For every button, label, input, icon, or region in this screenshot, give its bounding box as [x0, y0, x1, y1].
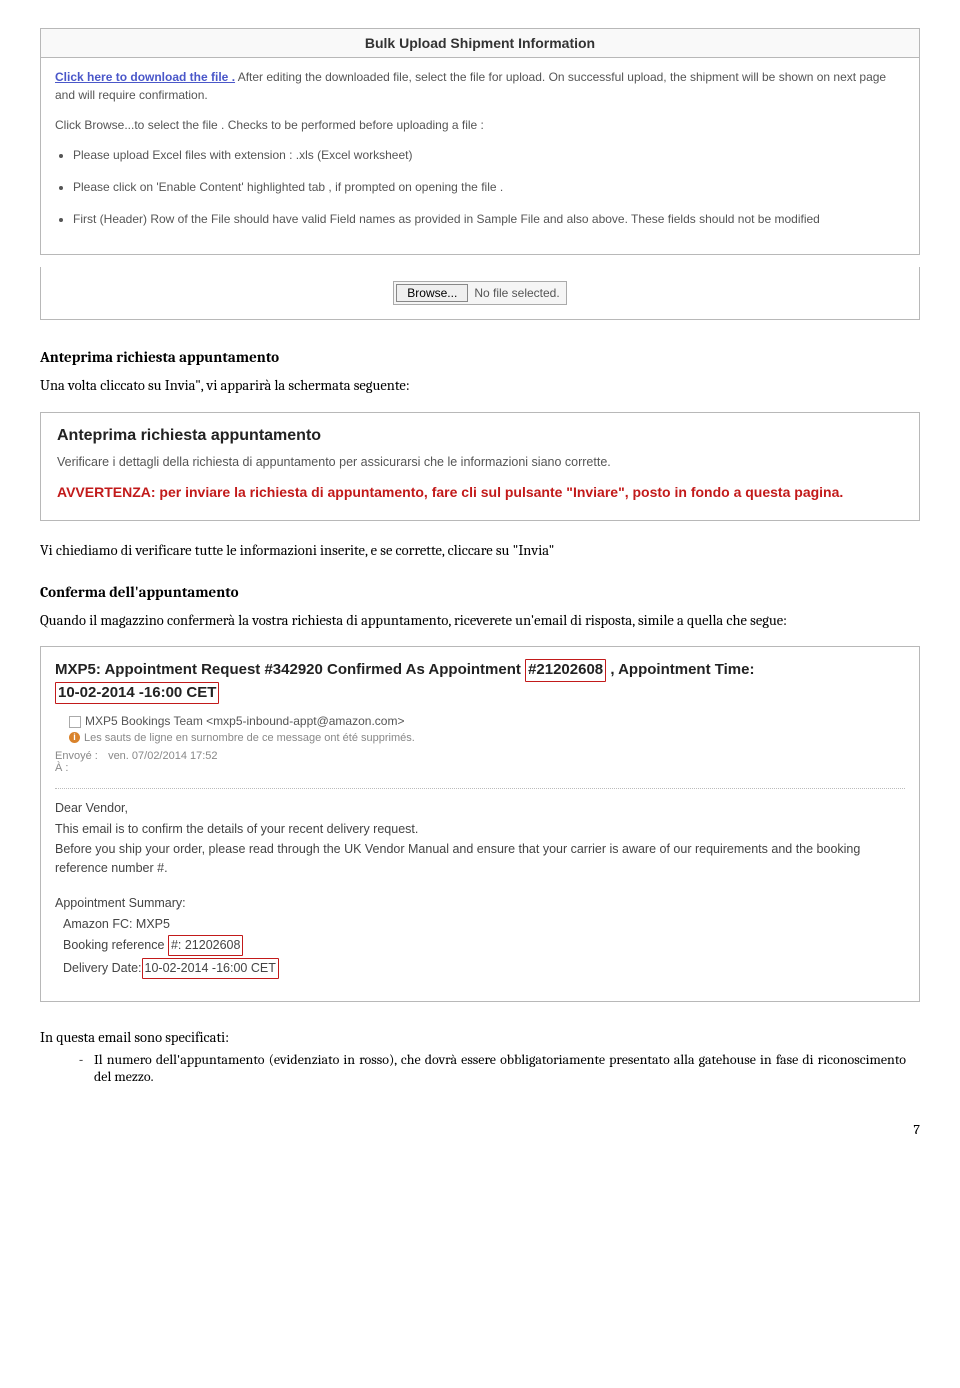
browse-intro: Click Browse...to select the file . Chec…	[55, 116, 905, 134]
email-line: This email is to confirm the details of …	[55, 820, 905, 839]
verify-text: Vi chiediamo di verificare tutte le info…	[40, 541, 920, 561]
section-heading-conferma: Conferma dell'appuntamento	[40, 583, 920, 601]
page-number: 7	[40, 1121, 920, 1138]
bulk-upload-panel: Bulk Upload Shipment Information Click h…	[40, 28, 920, 255]
separator	[55, 788, 905, 789]
email-from: MXP5 Bookings Team <mxp5-inbound-appt@am…	[85, 714, 404, 728]
checkbox-icon	[69, 716, 81, 728]
email-greeting: Dear Vendor,	[55, 799, 905, 818]
section-text-conferma: Quando il magazzino confermerà la vostra…	[40, 611, 920, 631]
bullet-text: Il numero dell'appuntamento (evidenziato…	[94, 1051, 906, 1085]
email-note: Les sauts de ligne en surnombre de ce me…	[84, 732, 415, 744]
warning-panel-warn: AVVERTENZA: per inviare la richiesta di …	[57, 483, 903, 503]
sent-value: ven. 07/02/2014 17:52	[108, 750, 217, 762]
list-item: Please upload Excel files with extension…	[73, 146, 905, 164]
email-subject: MXP5: Appointment Request #342920 Confir…	[41, 647, 919, 714]
dash-icon: -	[68, 1051, 94, 1068]
bullet-item: -Il numero dell'appuntamento (evidenziat…	[40, 1051, 920, 1085]
warning-panel-title: Anteprima richiesta appuntamento	[57, 427, 903, 445]
summary-delivery: Delivery Date:10-02-2014 -16:00 CET	[55, 958, 905, 979]
booking-ref-highlight: #: 21202608	[168, 935, 244, 956]
file-status: No file selected.	[474, 286, 559, 300]
summary-booking: Booking reference #: 21202608	[55, 935, 905, 956]
summary-fc: Amazon FC: MXP5	[55, 915, 905, 934]
subject-prefix: MXP5: Appointment Request #342920 Confir…	[55, 661, 525, 678]
email-meta: MXP5 Bookings Team <mxp5-inbound-appt@am…	[41, 714, 919, 782]
panel-title: Bulk Upload Shipment Information	[41, 29, 919, 58]
warning-panel: Anteprima richiesta appuntamento Verific…	[40, 412, 920, 522]
browse-button[interactable]: Browse...	[396, 284, 468, 302]
warning-panel-desc: Verificare i dettagli della richiesta di…	[57, 455, 903, 469]
upload-checks-list: Please upload Excel files with extension…	[73, 146, 905, 228]
after-email-intro: In questa email sono specificati:	[40, 1028, 920, 1048]
subject-suffix: , Appointment Time:	[606, 661, 754, 678]
list-item: First (Header) Row of the File should ha…	[73, 210, 905, 228]
info-icon: i	[69, 732, 80, 743]
list-item: Please click on 'Enable Content' highlig…	[73, 178, 905, 196]
summary-title: Appointment Summary:	[55, 894, 905, 913]
panel-body: Click here to download the file . After …	[41, 58, 919, 254]
section-heading-anteprima: Anteprima richiesta appuntamento	[40, 348, 920, 366]
file-picker: Browse... No file selected.	[393, 281, 566, 305]
email-line: Before you ship your order, please read …	[55, 840, 905, 878]
to-label: À :	[55, 762, 105, 774]
section-text: Una volta cliccato su Invia", vi apparir…	[40, 376, 920, 396]
delivery-date-highlight: 10-02-2014 -16:00 CET	[142, 958, 279, 979]
email-preview: MXP5: Appointment Request #342920 Confir…	[40, 646, 920, 1002]
appt-number-highlight: #21202608	[525, 659, 606, 681]
email-body: Dear Vendor, This email is to confirm th…	[41, 795, 919, 1001]
appt-time-highlight: 10-02-2014 -16:00 CET	[55, 682, 219, 704]
file-picker-row: Browse... No file selected.	[40, 267, 920, 320]
download-file-link[interactable]: Click here to download the file .	[55, 70, 235, 84]
sent-label: Envoyé :	[55, 750, 105, 762]
